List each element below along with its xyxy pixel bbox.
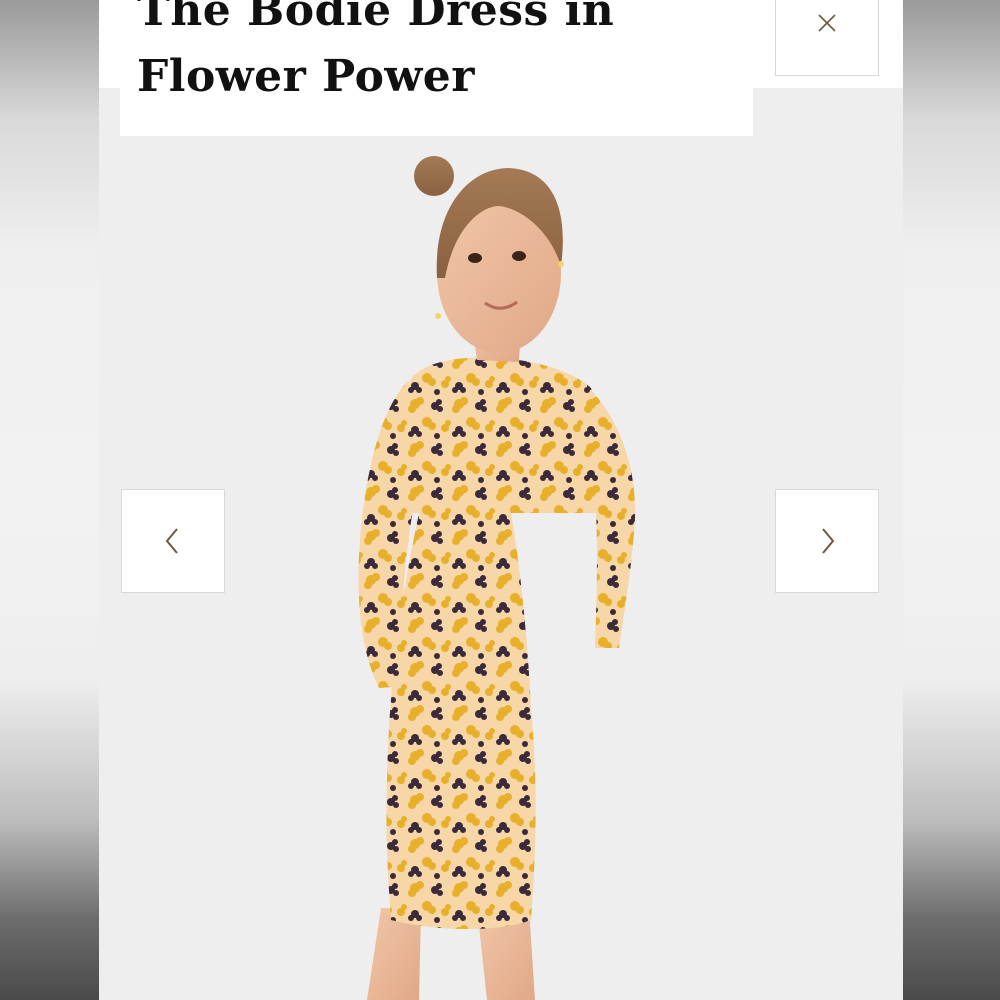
product-title: The Bodie Dress in Flower Power bbox=[137, 0, 615, 102]
title-panel: The Bodie Dress in Flower Power bbox=[120, 0, 753, 136]
backdrop-left bbox=[0, 0, 99, 1000]
next-image-button[interactable] bbox=[775, 489, 879, 593]
previous-image-button[interactable] bbox=[121, 489, 225, 593]
close-button[interactable] bbox=[775, 0, 879, 76]
backdrop-right bbox=[903, 0, 1000, 1000]
close-icon bbox=[818, 14, 836, 32]
product-lightbox: The Bodie Dress in Flower Power bbox=[99, 0, 903, 1000]
chevron-right-icon bbox=[822, 528, 835, 554]
chevron-left-icon bbox=[165, 528, 178, 554]
